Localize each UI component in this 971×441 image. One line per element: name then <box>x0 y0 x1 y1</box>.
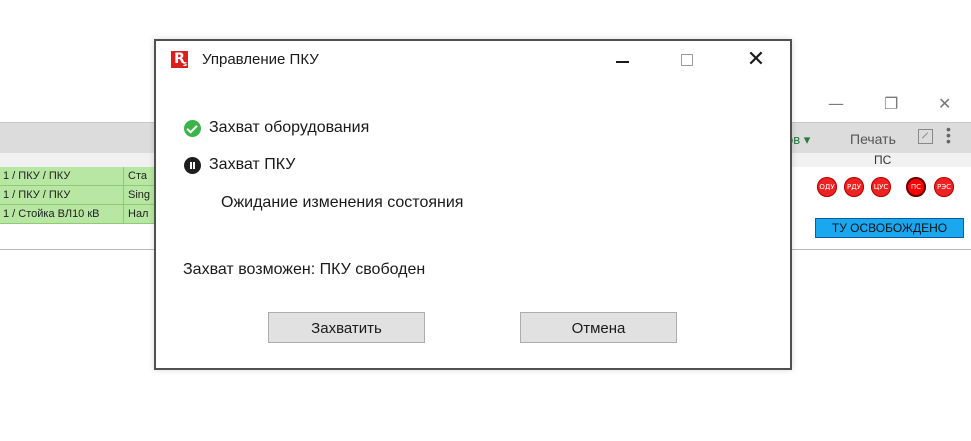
close-icon[interactable]: ✕ <box>938 94 951 113</box>
dialog-title: Управление ПКУ <box>202 51 319 68</box>
capture-dialog: Rs Управление ПКУ ✕ Захват оборудования … <box>154 39 792 370</box>
print-button[interactable]: Печать <box>850 131 896 147</box>
maximize-button <box>664 47 710 73</box>
signal-odu[interactable]: ОДУ <box>817 177 837 197</box>
signal-tsus[interactable]: ЦУС <box>871 177 891 197</box>
more-options-icon[interactable]: • • • <box>946 122 951 148</box>
path-cell: 1 / Стойка ВЛ10 кВ <box>0 205 124 224</box>
cancel-button[interactable]: Отмена <box>520 312 677 343</box>
signal-res[interactable]: РЭС <box>934 177 954 197</box>
close-button[interactable]: ✕ <box>733 47 779 73</box>
signal-rdu[interactable]: РДУ <box>844 177 864 197</box>
dialog-titlebar[interactable]: Rs Управление ПКУ ✕ <box>156 41 790 83</box>
path-cell: 1 / ПКУ / ПКУ <box>0 186 124 205</box>
minimize-icon[interactable]: — <box>828 94 844 113</box>
minimize-button[interactable] <box>599 47 645 73</box>
minimize-icon <box>615 61 629 63</box>
close-icon: ✕ <box>746 47 766 72</box>
status-badge: ТУ ОСВОБОЖДЕНО <box>815 218 964 238</box>
step-label: Захват оборудования <box>209 119 370 136</box>
substatus-text: Ожидание изменения состояния <box>221 194 464 211</box>
app-logo: Rs <box>171 51 188 68</box>
signal-ps[interactable]: ПС <box>906 177 926 197</box>
path-cell: 1 / ПКУ / ПКУ <box>0 167 124 186</box>
check-circle-icon <box>184 120 201 137</box>
availability-text: Захват возможен: ПКУ свободен <box>183 261 426 278</box>
step-label: Захват ПКУ <box>209 156 296 173</box>
pause-circle-icon <box>184 157 201 174</box>
column-header-ps: ПС <box>874 153 892 167</box>
restore-icon[interactable]: ❐ <box>884 94 898 113</box>
expand-icon[interactable] <box>918 129 933 144</box>
capture-button[interactable]: Захватить <box>268 312 425 343</box>
maximize-icon <box>681 54 693 66</box>
